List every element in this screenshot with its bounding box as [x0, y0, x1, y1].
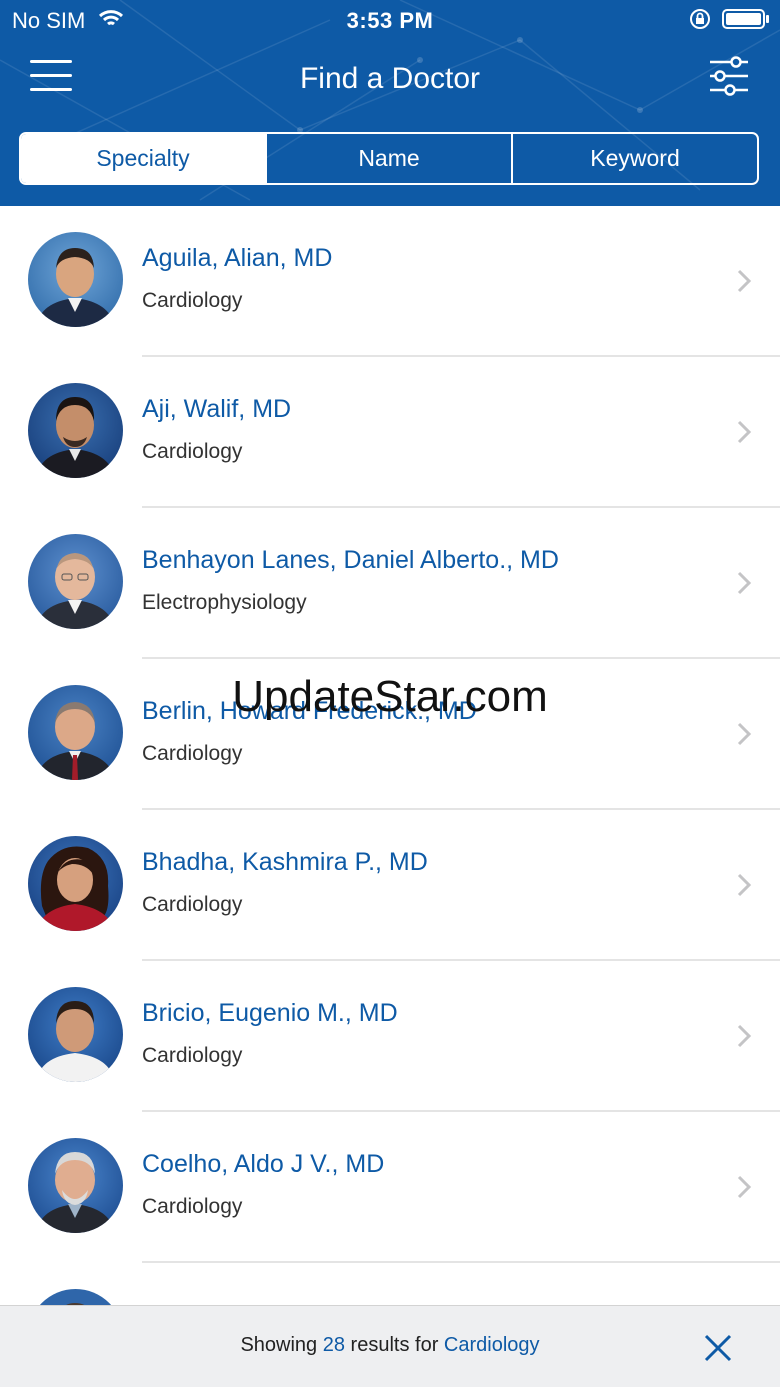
doctor-avatar: [28, 232, 123, 327]
chevron-right-icon: [737, 571, 752, 595]
doctor-name: Bricio, Eugenio M., MD: [142, 999, 398, 1027]
tab-keyword[interactable]: Keyword: [511, 134, 757, 183]
tab-specialty[interactable]: Specialty: [21, 134, 265, 183]
status-time: 3:53 PM: [346, 8, 434, 33]
close-icon[interactable]: [702, 1332, 734, 1364]
doctor-specialty: Cardiology: [142, 1195, 243, 1218]
chevron-right-icon: [737, 269, 752, 293]
doctor-name: Coelho, Aldo J V., MD: [142, 1150, 385, 1178]
search-mode-tabs: Specialty Name Keyword: [19, 132, 759, 185]
doctor-name: Aguila, Alian, MD: [142, 244, 333, 272]
doctor-specialty: Cardiology: [142, 1044, 243, 1067]
results-prefix: Showing: [240, 1334, 318, 1356]
doctor-specialty: Cardiology: [142, 289, 243, 312]
results-count: 28: [322, 1334, 345, 1356]
rotation-lock-icon: [690, 9, 710, 29]
app-header: No SIM 3:53 PM Find a Doctor Specialty N…: [0, 0, 780, 206]
doctor-specialty: Electrophysiology: [142, 591, 307, 614]
doctor-list: Aguila, Alian, MD Cardiology Aji, Walif,…: [0, 206, 780, 1305]
doctor-row[interactable]: Aguila, Alian, MD Cardiology: [0, 206, 780, 357]
doctor-avatar: [28, 534, 123, 629]
doctor-name: Berlin, Howard Frederick., MD: [142, 697, 477, 725]
doctor-name: Benhayon Lanes, Daniel Alberto., MD: [142, 546, 559, 574]
doctor-name: Bhadha, Kashmira P., MD: [142, 848, 428, 876]
doctor-avatar: [28, 1138, 123, 1233]
doctor-avatar: [28, 987, 123, 1082]
doctor-row[interactable]: Berlin, Howard Frederick., MD Cardiology: [0, 659, 780, 810]
results-middle: results for: [350, 1334, 439, 1356]
doctor-row[interactable]: Bhadha, Kashmira P., MD Cardiology: [0, 810, 780, 961]
doctor-row[interactable]: Benhayon Lanes, Daniel Alberto., MD Elec…: [0, 508, 780, 659]
doctor-specialty: Cardiology: [142, 893, 243, 916]
chevron-right-icon: [737, 1175, 752, 1199]
tab-name[interactable]: Name: [265, 134, 511, 183]
doctor-name: Aji, Walif, MD: [142, 395, 292, 423]
chevron-right-icon: [737, 722, 752, 746]
doctor-avatar: [28, 685, 123, 780]
doctor-specialty: Cardiology: [142, 440, 243, 463]
chevron-right-icon: [737, 1024, 752, 1048]
sliders-icon[interactable]: [708, 56, 750, 96]
battery-icon: [722, 9, 769, 29]
doctor-row[interactable]: Aji, Walif, MD Cardiology: [0, 357, 780, 508]
status-bar: No SIM 3:53 PM: [0, 0, 780, 40]
chevron-right-icon: [737, 420, 752, 444]
doctor-avatar: [28, 836, 123, 931]
doctor-avatar: [28, 1289, 123, 1305]
doctor-row[interactable]: Coelho, Aldo J V., MD Cardiology: [0, 1112, 780, 1263]
doctor-avatar: [28, 383, 123, 478]
doctor-row[interactable]: Bricio, Eugenio M., MD Cardiology: [0, 961, 780, 1112]
results-query: Cardiology: [443, 1334, 540, 1356]
doctor-row-partial[interactable]: [0, 1263, 780, 1305]
page-title: Find a Doctor: [299, 62, 481, 95]
results-summary: Showing 28 results for Cardiology: [0, 1334, 780, 1357]
chevron-right-icon: [737, 873, 752, 897]
results-footer: Showing 28 results for Cardiology: [0, 1305, 780, 1387]
doctor-specialty: Cardiology: [142, 742, 243, 765]
